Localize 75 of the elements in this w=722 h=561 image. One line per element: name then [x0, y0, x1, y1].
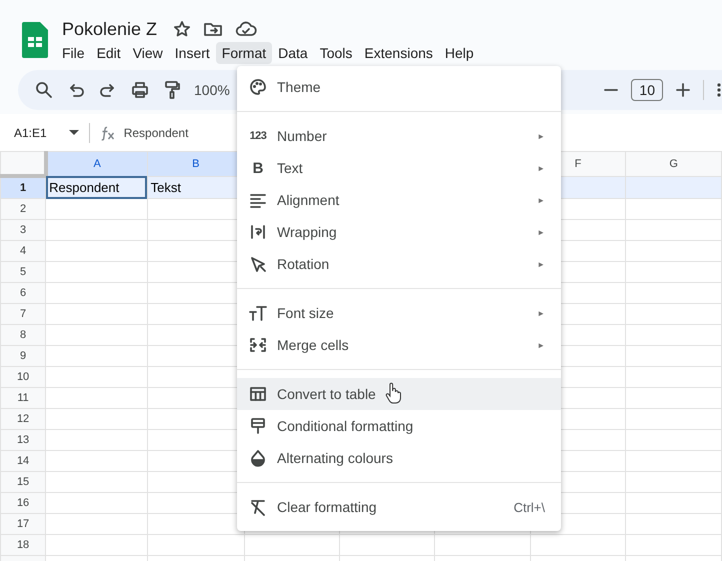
paint-format-icon[interactable]: [162, 80, 182, 100]
sheets-logo-icon[interactable]: [22, 22, 48, 58]
align-left-icon: [249, 191, 267, 209]
menu-item[interactable]: File: [56, 42, 91, 64]
row-header[interactable]: 7: [0, 304, 46, 324]
shortcut-hint: Ctrl+\: [514, 500, 545, 514]
wrap-icon: [249, 223, 267, 241]
menu-item[interactable]: Extensions: [358, 42, 439, 64]
cloud-check-icon[interactable]: [235, 20, 258, 38]
menu-option[interactable]: Conditional formatting: [237, 410, 561, 442]
table-icon: [249, 385, 267, 403]
row-header[interactable]: 5: [0, 262, 46, 282]
menu-option[interactable]: Theme: [237, 71, 561, 103]
row-header[interactable]: 11: [0, 388, 46, 408]
row-header[interactable]: 2: [0, 198, 46, 220]
menu-option[interactable]: Merge cells ►: [237, 329, 561, 361]
clear-format-icon: [249, 498, 267, 516]
menu-item[interactable]: Edit: [90, 42, 127, 64]
font-size-field[interactable]: 10: [631, 79, 663, 101]
table-cell: Respondent: [46, 176, 148, 198]
zoom-selector[interactable]: 100%: [194, 82, 230, 98]
menu-option[interactable]: Clear formatting Ctrl+\: [237, 491, 561, 523]
row-header[interactable]: 13: [0, 430, 46, 450]
submenu-arrow-icon: ►: [537, 196, 545, 204]
column-header[interactable]: G: [626, 152, 722, 176]
search-icon[interactable]: [34, 80, 54, 100]
number-format-icon: 123: [250, 130, 266, 142]
star-icon[interactable]: [173, 20, 192, 38]
menu-option[interactable]: Wrapping ►: [237, 216, 561, 248]
bold-icon: B: [252, 160, 264, 176]
menu-option[interactable]: 123 Number ►: [237, 120, 561, 152]
menu-option[interactable]: Font size ►: [237, 297, 561, 329]
row-header[interactable]: 9: [0, 346, 46, 366]
row-header[interactable]: 18: [0, 534, 46, 556]
formula-field[interactable]: Respondent: [124, 126, 188, 140]
row-header[interactable]: 10: [0, 366, 46, 388]
column-header[interactable]: A: [46, 152, 148, 176]
row-header[interactable]: 1: [0, 176, 46, 198]
row-header[interactable]: 6: [0, 282, 46, 304]
paint-roller-icon: [249, 417, 267, 435]
font-size-icon: [249, 304, 267, 322]
submenu-arrow-icon: ►: [537, 308, 545, 318]
menu-item[interactable]: Format: [216, 42, 272, 64]
row-header[interactable]: 4: [0, 240, 46, 262]
submenu-arrow-icon: ►: [537, 260, 545, 268]
row-header[interactable]: 16: [0, 492, 46, 514]
menu-item[interactable]: Data: [272, 42, 314, 64]
plus-icon[interactable]: [675, 80, 691, 100]
menu-item[interactable]: Help: [438, 42, 480, 64]
row-header[interactable]: 17: [0, 514, 46, 534]
print-icon[interactable]: [130, 80, 150, 100]
name-box[interactable]: A1:E1: [14, 126, 79, 140]
menu-option[interactable]: Alternating colours: [237, 442, 561, 474]
submenu-arrow-icon: ►: [537, 132, 545, 140]
row-header[interactable]: 3: [0, 220, 46, 240]
menu-item[interactable]: View: [126, 42, 169, 64]
menu-item[interactable]: Tools: [314, 42, 358, 64]
hand-cursor-icon: [385, 382, 401, 404]
row-header[interactable]: 8: [0, 324, 46, 346]
merge-cells-icon: [249, 336, 267, 354]
palette-icon: [249, 78, 267, 96]
submenu-arrow-icon: ►: [537, 228, 545, 236]
document-title[interactable]: Pokolenie Z: [62, 18, 158, 40]
row-header[interactable]: 14: [0, 450, 46, 472]
menu-item[interactable]: Insert: [168, 42, 216, 64]
menu-option[interactable]: Convert to table: [237, 378, 561, 410]
caret-icon: [68, 130, 79, 136]
function-icon: [100, 124, 116, 140]
row-header[interactable]: 15: [0, 472, 46, 492]
submenu-arrow-icon: ►: [537, 340, 545, 350]
droplet-icon: [249, 449, 267, 467]
submenu-arrow-icon: ►: [537, 164, 545, 172]
menu-option[interactable]: Rotation ►: [237, 248, 561, 280]
row-header[interactable]: 12: [0, 408, 46, 430]
folder-arrow-icon[interactable]: [203, 20, 224, 38]
